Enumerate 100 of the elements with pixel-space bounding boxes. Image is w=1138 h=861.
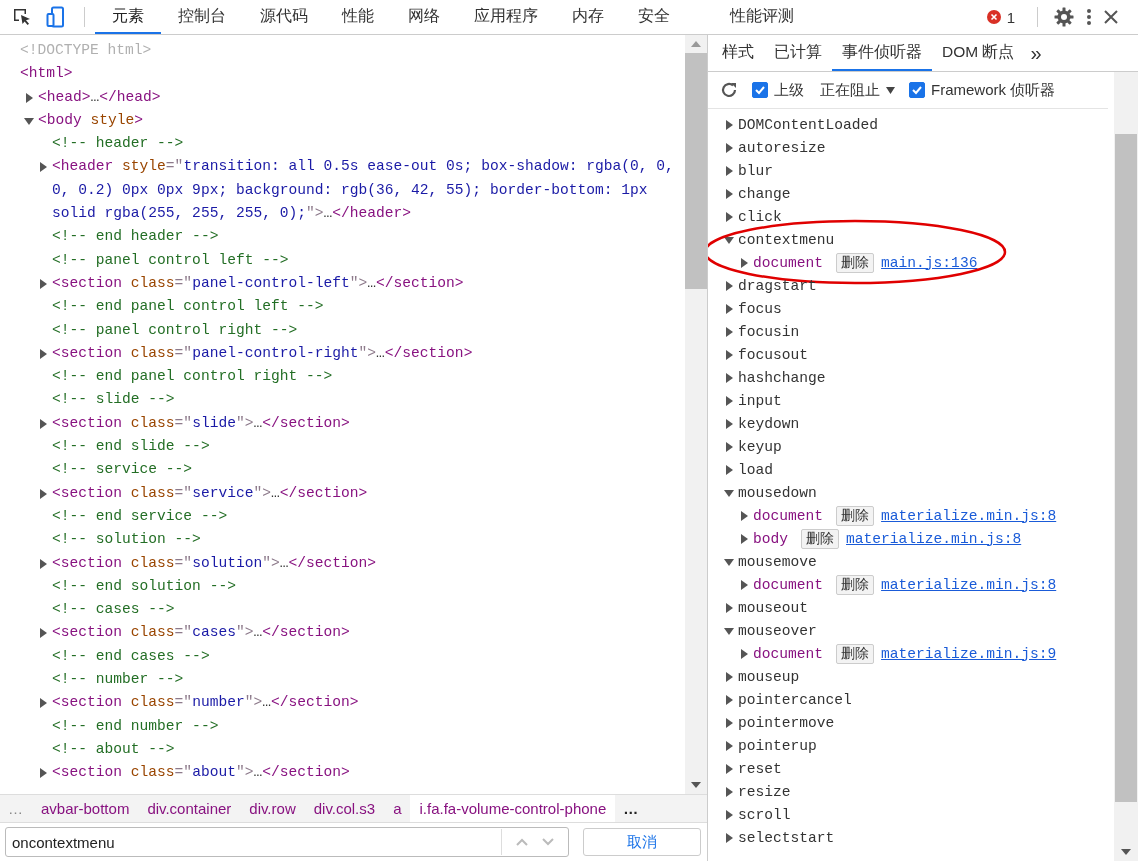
event-name[interactable]: contextmenu [738,231,835,248]
panel-tab[interactable]: 网络 [391,0,457,34]
disclosure-triangle-icon[interactable] [724,280,734,291]
source-link[interactable]: materialize.min.js:8 [846,530,1022,547]
code-line[interactable]: <!-- panel control right --> [52,318,677,342]
disclosure-triangle-icon[interactable] [724,694,734,705]
disclosure-triangle-icon[interactable] [724,464,734,475]
code-line[interactable]: <!-- slide --> [52,388,677,412]
event-name[interactable]: mouseup [738,668,800,685]
panel-tab[interactable]: 控制台 [161,0,243,34]
device-icon[interactable] [46,6,66,28]
disclosure-triangle-icon[interactable] [38,418,48,429]
code-line[interactable]: <section class="panel-control-right">…</section> [52,341,677,366]
disclosure-triangle-icon[interactable] [724,372,734,383]
code-line[interactable]: <!-- end number --> [52,714,677,738]
breadcrumb[interactable]: a [384,795,411,822]
panel-tab[interactable]: 应用程序 [457,0,555,34]
disclosure-triangle-icon[interactable] [38,348,48,359]
code-line[interactable]: <section class="panel-control-left">…</section> [52,271,677,296]
event-name[interactable]: pointercancel [738,691,852,708]
disclosure-triangle-icon[interactable] [724,763,734,774]
event-name[interactable]: focus [738,300,782,317]
breadcrumb[interactable]: div.col.s3 [304,795,385,822]
panel-tab[interactable]: 性能评测 [713,0,811,34]
event-name[interactable]: DOMContentLoaded [738,116,879,133]
disclosure-triangle-icon[interactable] [724,441,734,452]
code-line[interactable]: <html> [20,62,677,86]
code-line[interactable]: <header style="transition: all 0.5s ease-out 0s; box-shadow: rgba(0, 0, 0, 0.2) 0px 0px 9px; background: rgb(36, 42, 55); border-bottom: 1px solid rgba(255, 255, 255, 0);">…</header> [52,155,677,226]
disclosure-triangle-icon[interactable] [724,303,734,314]
disclosure-triangle-icon[interactable] [724,717,734,728]
remove-button[interactable]: 删除 [836,505,875,526]
code-line[interactable]: <!-- about --> [52,737,677,762]
code-line[interactable]: <section class="slide">…</section> [52,411,677,436]
checkbox[interactable] [909,82,925,98]
sidebar-tab[interactable]: 样式 [712,35,764,71]
event-name[interactable]: selectstart [738,829,835,846]
disclosure-triangle-icon[interactable] [38,698,48,709]
code-line[interactable]: <!-- service --> [52,458,677,482]
source-link[interactable]: main.js:136 [881,254,978,271]
listener-target[interactable]: document [753,507,824,524]
cancel-button[interactable]: 取消 [583,828,701,856]
disclosure-triangle-icon[interactable] [724,211,734,222]
disclosure-triangle-icon[interactable] [38,488,48,499]
disclosure-triangle-icon[interactable] [38,628,48,639]
settings-icon[interactable] [1054,7,1074,27]
checkbox[interactable] [752,82,768,98]
disclosure-triangle-icon[interactable] [724,188,734,199]
event-name[interactable]: hashchange [738,369,826,386]
disclosure-triangle-icon[interactable] [38,162,48,173]
disclosure-triangle-icon[interactable] [739,579,749,590]
code-line[interactable]: <section class="service">…</section> [52,481,677,505]
sidebar-tab[interactable]: 事件侦听器 [832,35,932,71]
blocking-dropdown[interactable]: 正在阻止 [820,80,880,100]
event-name[interactable]: mouseover [738,622,817,639]
scrollbar[interactable] [1114,72,1138,861]
code-line[interactable]: <section class="number">…</section> [52,691,677,715]
event-name[interactable]: mousemove [738,553,817,570]
disclosure-triangle-icon[interactable] [724,326,734,337]
event-name[interactable]: load [738,461,774,478]
disclosure-triangle-icon[interactable] [724,671,734,682]
code-line[interactable]: <!-- end cases --> [52,644,677,668]
disclosure-triangle-icon[interactable] [724,786,734,797]
remove-button[interactable]: 删除 [836,252,875,273]
scroll-down-icon[interactable] [691,782,701,788]
event-name[interactable]: pointermove [738,714,835,731]
disclosure-triangle-icon[interactable] [724,809,734,820]
listener-target[interactable]: document [753,254,824,271]
more-tabs-button[interactable]: » [1024,35,1048,71]
code-line[interactable]: <!-- end solution --> [52,574,677,599]
event-name[interactable]: click [738,208,782,225]
disclosure-triangle-icon[interactable] [724,395,734,406]
disclosure-triangle-icon[interactable] [724,487,734,498]
disclosure-triangle-icon[interactable] [724,556,734,567]
breadcrumb[interactable]: avbar-bottom [32,795,139,822]
event-name[interactable]: mouseout [738,599,809,616]
listener-target[interactable]: document [753,645,824,662]
source-link[interactable]: materialize.min.js:8 [881,507,1057,524]
code-line[interactable]: <!-- end slide --> [52,435,677,459]
code-line[interactable]: <section class="solution">…</section> [52,551,677,575]
source-link[interactable]: materialize.min.js:9 [881,645,1057,662]
code-line[interactable]: <head>…</head> [38,85,677,109]
disclosure-triangle-icon[interactable] [724,142,734,153]
scrollbar[interactable] [685,35,707,794]
breadcrumb[interactable]: i.fa.fa-volume-control-phone [410,795,616,822]
event-name[interactable]: focusout [738,346,809,363]
event-name[interactable]: input [738,392,782,409]
breadcrumb[interactable]: div.container [138,795,241,822]
panel-tab[interactable]: 安全 [621,0,687,34]
event-name[interactable]: reset [738,760,782,777]
code-line[interactable]: <!-- end panel control right --> [52,365,677,389]
code-line[interactable]: <!-- header --> [52,132,677,156]
event-name[interactable]: keyup [738,438,782,455]
disclosure-triangle-icon[interactable] [24,115,34,126]
event-name[interactable]: dragstart [738,277,817,294]
disclosure-triangle-icon[interactable] [724,740,734,751]
source-link[interactable]: materialize.min.js:8 [881,576,1057,593]
disclosure-triangle-icon[interactable] [38,278,48,289]
code-line[interactable]: <!-- cases --> [52,598,677,622]
refresh-icon[interactable] [720,81,738,99]
more-icon[interactable] [1086,8,1092,26]
